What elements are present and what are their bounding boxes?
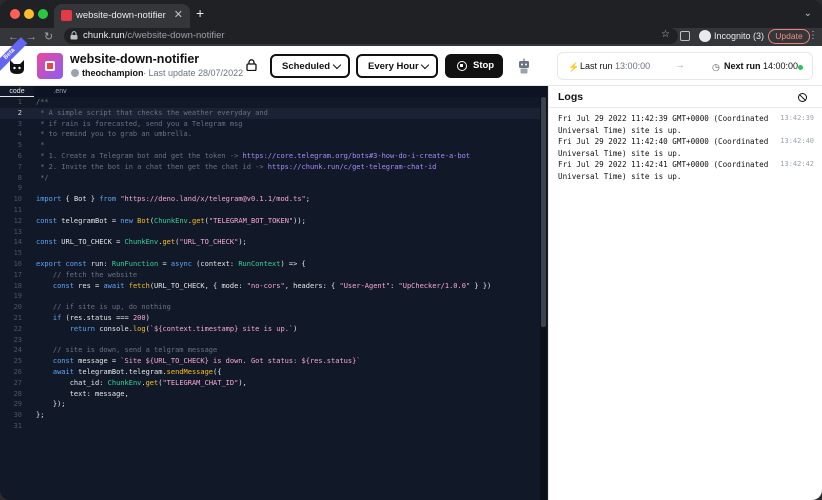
browser-toolbar: ← → ↻ chunk.run/c/website-down-notifier …: [0, 28, 822, 46]
log-time: 13:42:40: [780, 137, 814, 145]
chevron-down-icon: [332, 60, 342, 70]
log-time: 13:42:42: [780, 160, 814, 168]
log-entry: 13:42:42 Fri Jul 29 2022 11:42:41 GMT+00…: [558, 159, 814, 182]
log-entry: 13:42:40 Fri Jul 29 2022 11:42:40 GMT+00…: [558, 136, 814, 159]
reload-icon[interactable]: ↻: [44, 30, 53, 44]
log-text: Fri Jul 29 2022 11:42:41 GMT+0000 (Coord…: [558, 160, 769, 181]
tab-strip: website-down-notifier ✕ + ⌄: [0, 0, 822, 28]
forward-arrow-icon[interactable]: →: [26, 30, 37, 44]
lightning-icon: ⚡: [568, 62, 580, 72]
lock-icon: [70, 31, 78, 40]
address-bar[interactable]: chunk.run/c/website-down-notifier ☆: [64, 28, 678, 44]
maximize-window-button[interactable]: [38, 9, 48, 19]
chevron-down-icon: [420, 60, 430, 70]
stop-label: Stop: [473, 60, 495, 71]
run-status-box: ⚡ Last run 13:00:00 → ◷ Next run 14:00:0…: [557, 52, 813, 80]
close-window-button[interactable]: [10, 9, 20, 19]
minimize-window-button[interactable]: [24, 9, 34, 19]
status-dot: [798, 65, 803, 70]
browser-window: website-down-notifier ✕ + ⌄ ← → ↻ chunk.…: [0, 0, 822, 500]
browser-menu-icon[interactable]: ⋮: [808, 30, 818, 41]
url-text: chunk.run/c/website-down-notifier: [83, 30, 225, 41]
last-run: Last run 13:00:00: [580, 61, 651, 71]
next-run: Next run 14:00:00: [724, 61, 799, 71]
browser-tab[interactable]: website-down-notifier ✕: [54, 4, 190, 28]
incognito-icon: [699, 30, 711, 42]
clock-icon: ◷: [712, 62, 720, 72]
schedule-dropdown[interactable]: Scheduled: [270, 54, 350, 78]
chunk-favicon-icon: [61, 10, 72, 21]
chunk-cat-logo-icon[interactable]: [8, 57, 26, 75]
frequency-dropdown[interactable]: Every Hour: [356, 54, 438, 78]
owner-avatar: [71, 69, 79, 77]
robot-icon[interactable]: [516, 58, 532, 74]
arrow-right-icon: →: [675, 60, 685, 71]
log-time: 13:42:39: [780, 114, 814, 122]
code-editor[interactable]: code .env 1/** 2 * A simple script that …: [0, 86, 547, 500]
schedule-label: Scheduled: [282, 61, 331, 72]
stop-icon: [457, 61, 467, 71]
code-content[interactable]: 1/** 2 * A simple script that checks the…: [0, 97, 540, 432]
frequency-label: Every Hour: [368, 61, 419, 72]
incognito-label[interactable]: Incognito (3): [714, 31, 764, 41]
tab-env[interactable]: .env: [40, 86, 80, 97]
page-title: website-down-notifier: [70, 52, 200, 66]
clear-logs-icon[interactable]: [798, 93, 807, 102]
update-button[interactable]: Update: [768, 29, 810, 44]
app-header: Beta website-down-notifier theochampion …: [0, 37, 822, 86]
logs-title: Logs: [558, 91, 584, 103]
owner-name[interactable]: theochampion: [82, 68, 144, 78]
tab-code[interactable]: code: [0, 86, 34, 97]
editor-scrollbar[interactable]: [540, 97, 547, 500]
last-update-text: · Last update 28/07/2022: [143, 68, 244, 78]
editor-tabs: code .env: [0, 86, 547, 97]
logs-panel: Logs 13:42:39 Fri Jul 29 2022 11:42:39 G…: [548, 86, 822, 500]
stop-button[interactable]: Stop: [445, 54, 503, 78]
side-panel-icon[interactable]: [680, 31, 690, 41]
log-text: Fri Jul 29 2022 11:42:40 GMT+0000 (Coord…: [558, 137, 769, 158]
tab-search-chevron-icon[interactable]: ⌄: [804, 8, 812, 19]
scrollbar-thumb[interactable]: [541, 97, 546, 327]
app-icon: [37, 53, 63, 79]
new-tab-icon[interactable]: +: [196, 6, 204, 20]
tab-title: website-down-notifier: [76, 10, 166, 21]
padlock-icon[interactable]: [246, 59, 257, 71]
tab-close-icon[interactable]: ✕: [174, 9, 183, 21]
bookmark-star-icon[interactable]: ☆: [661, 29, 670, 40]
log-text: Fri Jul 29 2022 11:42:39 GMT+0000 (Coord…: [558, 114, 769, 135]
log-entry: 13:42:39 Fri Jul 29 2022 11:42:39 GMT+00…: [558, 113, 814, 136]
divider: [549, 107, 822, 108]
